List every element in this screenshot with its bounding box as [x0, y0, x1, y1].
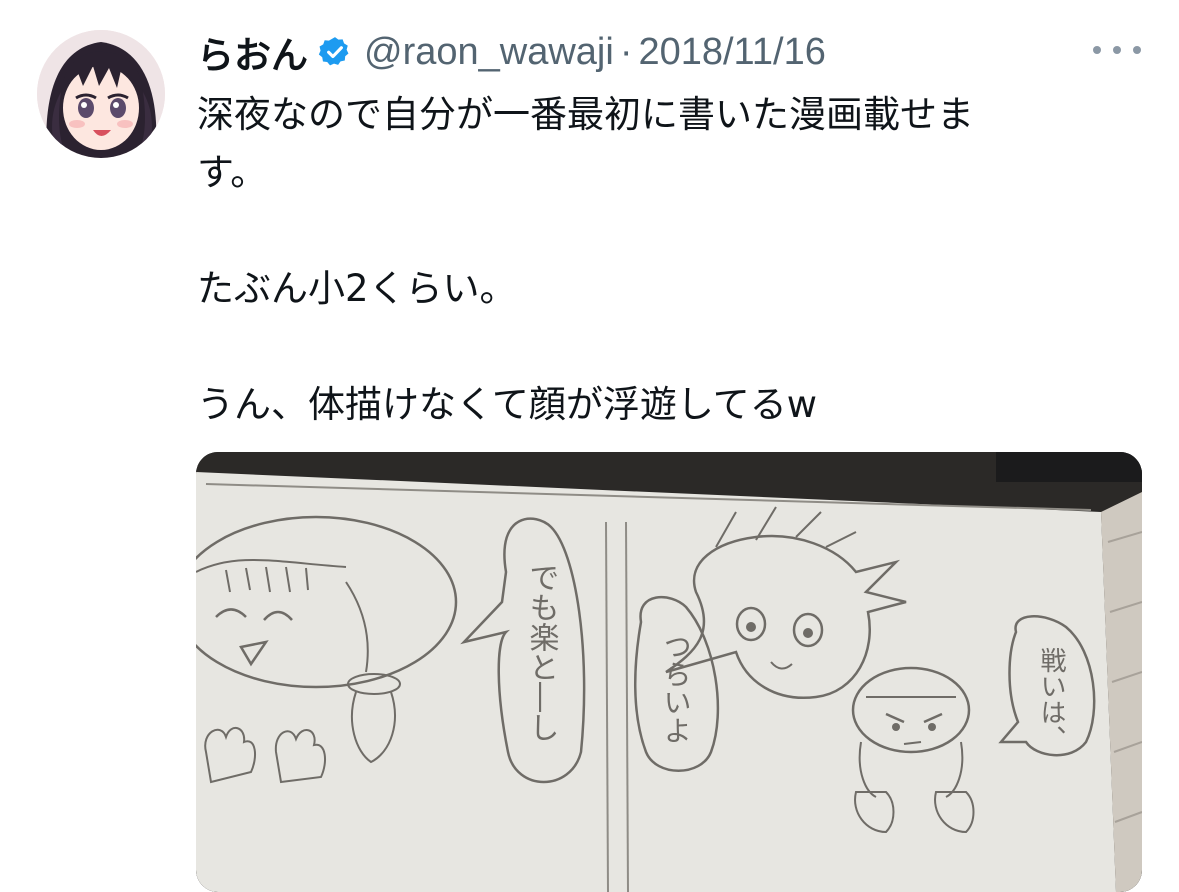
tweet-text-line: うん、体描けなくて顔が浮遊してるw [197, 383, 818, 426]
bubble-text-right: 戦いは、 [1036, 647, 1066, 751]
bubble-text-mid: つらいよ [660, 632, 693, 744]
bubble-text-left: でも楽と―し [524, 562, 559, 742]
more-dot [1093, 46, 1101, 54]
tweet[interactable]: らおん @raon_wawaji · 2018/11/16 深夜なので自分が一番… [0, 0, 1179, 892]
more-dot [1133, 46, 1141, 54]
header-separator: · [619, 30, 633, 73]
author-avatar[interactable] [37, 30, 165, 158]
tweet-header: らおん @raon_wawaji · 2018/11/16 [197, 25, 826, 79]
tweet-text-blank [197, 318, 1097, 376]
tweet-date[interactable]: 2018/11/16 [638, 31, 825, 74]
verified-badge-icon [318, 35, 352, 69]
tweet-text-line: す。 [197, 151, 268, 194]
author-display-name[interactable]: らおん [197, 25, 308, 79]
more-dot [1113, 46, 1121, 54]
tweet-media-image[interactable]: でも楽と―し つらいよ 戦いは、 [196, 452, 1142, 892]
tweet-text-line: たぶん小2くらい。 [197, 267, 517, 310]
more-options-icon[interactable] [1093, 36, 1141, 64]
tweet-text: 深夜なので自分が一番最初に書いた漫画載せま す。 たぶん小2くらい。 うん、体描… [197, 86, 1097, 434]
tweet-text-blank [197, 202, 1097, 260]
author-handle[interactable]: @raon_wawaji [364, 31, 614, 74]
tweet-text-line: 深夜なので自分が一番最初に書いた漫画載せま [197, 93, 974, 136]
